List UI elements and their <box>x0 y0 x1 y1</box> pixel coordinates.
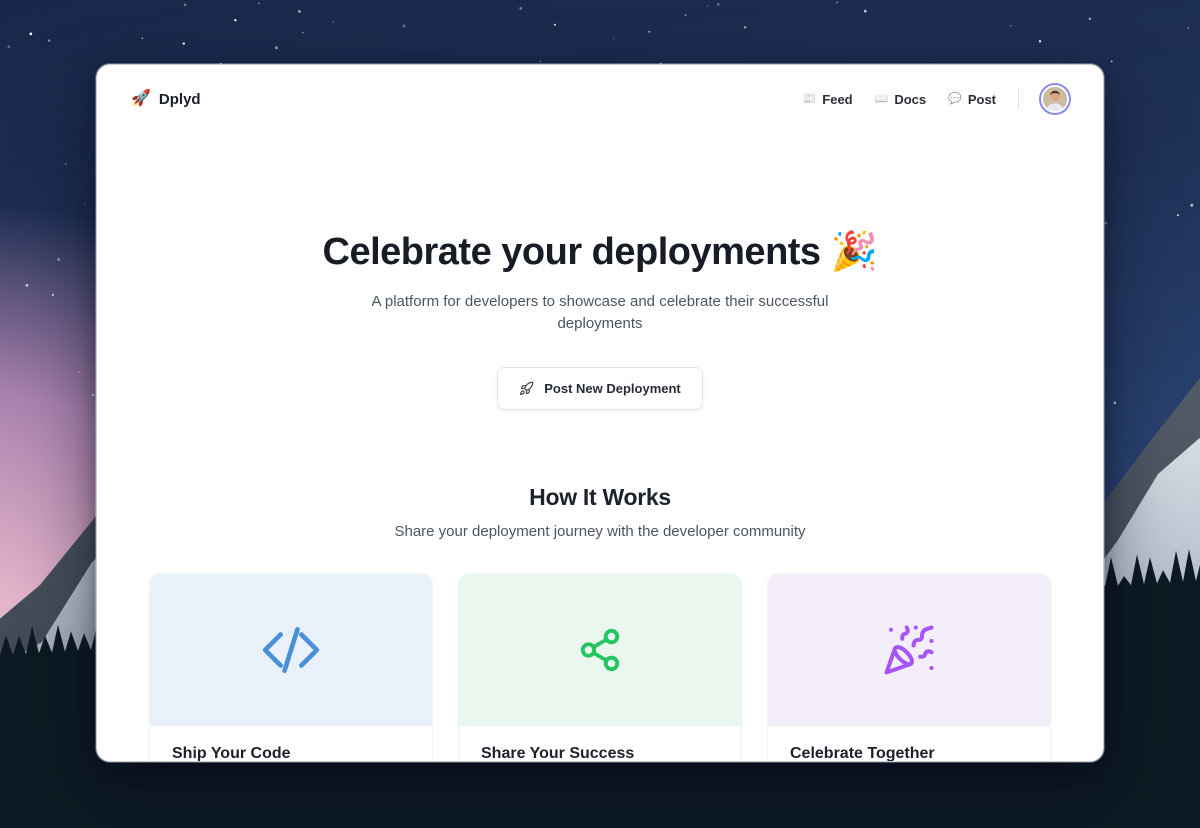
card-media <box>150 574 432 726</box>
party-popper-icon <box>882 623 936 677</box>
nav-item-docs[interactable]: 📖 Docs <box>875 92 927 107</box>
post-icon: 💬 <box>948 94 962 105</box>
card-celebrate-together[interactable]: Celebrate Together <box>768 574 1050 762</box>
how-it-works-section: How It Works Share your deployment journ… <box>97 484 1103 762</box>
card-title: Ship Your Code <box>172 744 410 762</box>
post-new-deployment-button[interactable]: Post New Deployment <box>497 367 703 410</box>
card-share-your-success[interactable]: Share Your Success <box>459 574 741 762</box>
party-emoji: 🎉 <box>831 231 878 273</box>
cta-label: Post New Deployment <box>544 381 681 396</box>
app-window: 🚀 Dplyd 📰 Feed 📖 Docs 💬 Post <box>96 64 1104 762</box>
user-avatar[interactable] <box>1041 85 1069 113</box>
nav-item-feed[interactable]: 📰 Feed <box>803 92 853 107</box>
header-nav: 📰 Feed 📖 Docs 💬 Post <box>803 85 1069 113</box>
brand-name: Dplyd <box>159 91 201 108</box>
code-icon <box>260 619 322 681</box>
hero-section: Celebrate your deployments 🎉 A platform … <box>97 133 1103 410</box>
app-header: 🚀 Dplyd 📰 Feed 📖 Docs 💬 Post <box>97 65 1103 133</box>
share-icon <box>577 627 623 673</box>
page-title: Celebrate your deployments 🎉 <box>97 229 1103 275</box>
nav-divider <box>1018 88 1019 110</box>
rocket-icon <box>519 381 534 396</box>
nav-item-post[interactable]: 💬 Post <box>948 92 996 107</box>
card-media <box>768 574 1050 726</box>
docs-icon: 📖 <box>875 94 889 105</box>
card-ship-your-code[interactable]: Ship Your Code <box>150 574 432 762</box>
nav-item-label: Feed <box>822 92 852 107</box>
section-title: How It Works <box>97 484 1103 511</box>
card-body: Ship Your Code <box>150 726 432 762</box>
card-title: Celebrate Together <box>790 744 1028 762</box>
hero-subtitle: A platform for developers to showcase an… <box>363 291 838 335</box>
feed-icon: 📰 <box>803 94 817 105</box>
section-subtitle: Share your deployment journey with the d… <box>97 523 1103 540</box>
nav-item-label: Post <box>968 92 996 107</box>
card-title: Share Your Success <box>481 744 719 762</box>
card-body: Celebrate Together <box>768 726 1050 762</box>
feature-cards: Ship Your Code Share Your Success <box>150 574 1050 762</box>
card-body: Share Your Success <box>459 726 741 762</box>
rocket-logo-icon: 🚀 <box>131 91 151 107</box>
card-media <box>459 574 741 726</box>
avatar-photo <box>1043 87 1067 111</box>
brand[interactable]: 🚀 Dplyd <box>131 91 201 108</box>
nav-item-label: Docs <box>894 92 926 107</box>
